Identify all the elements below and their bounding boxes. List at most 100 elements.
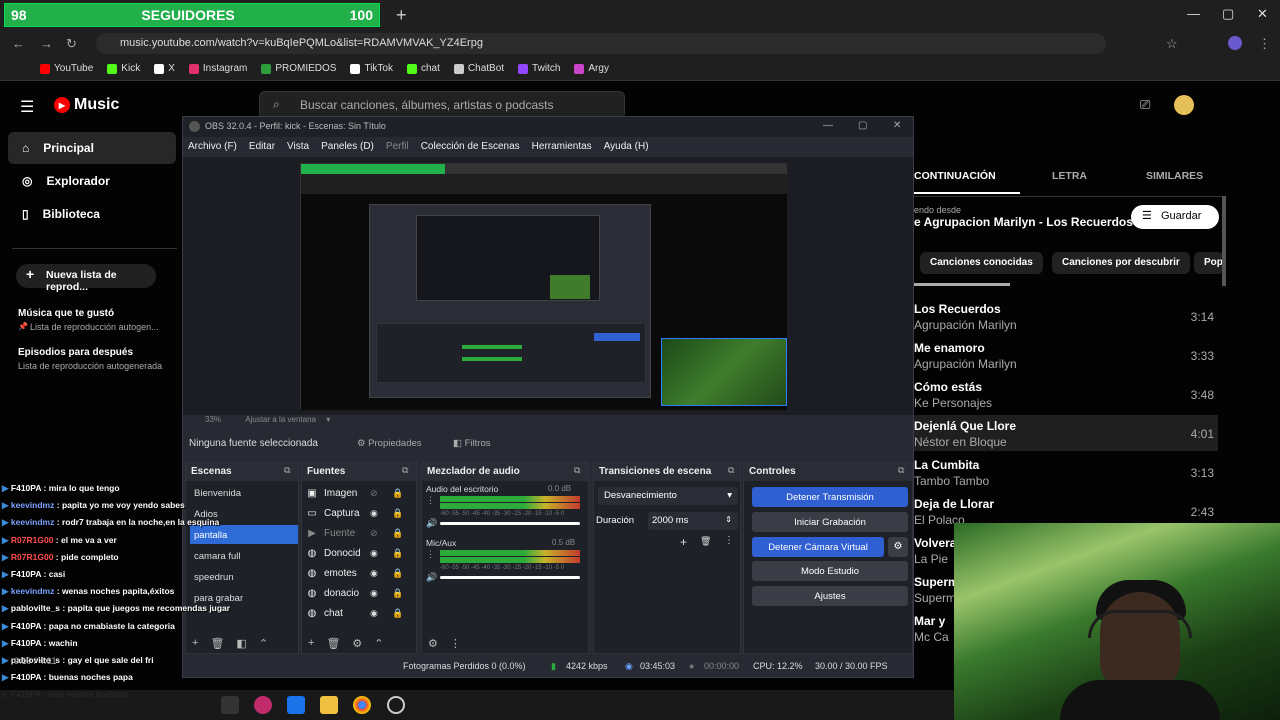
bookmark-item[interactable]: TikTok	[350, 63, 393, 74]
playlist-title[interactable]: Episodios para después	[18, 347, 133, 358]
source-item[interactable]: ▶ Fuente ⊘ 🔒	[306, 524, 414, 543]
reload-icon[interactable]: ↻	[66, 36, 77, 52]
hamburger-icon[interactable]: ☰	[20, 97, 34, 117]
bookmark-item[interactable]: PROMIEDOS	[261, 63, 336, 74]
bookmark-item[interactable]: Twitch	[518, 63, 560, 74]
queue-item[interactable]: Los Recuerdos Agrupación Marilyn 3:14	[914, 302, 1214, 341]
eye-icon[interactable]: ◉	[370, 608, 378, 619]
add-icon[interactable]: +	[192, 637, 198, 649]
speaker-icon[interactable]: 🔊	[426, 572, 437, 583]
settings-button[interactable]: Ajustes	[752, 586, 908, 606]
undock-icon[interactable]: ⧉	[574, 465, 580, 476]
edge-icon[interactable]	[287, 696, 305, 714]
lock-icon[interactable]: 🔒	[392, 488, 403, 499]
forward-icon[interactable]: →	[40, 36, 53, 51]
scene-item[interactable]: Bienvenida	[190, 483, 298, 502]
studio-mode-button[interactable]: Modo Estudio	[752, 561, 908, 581]
lock-icon[interactable]: 🔒	[392, 588, 403, 599]
trash-icon[interactable]: 🗑	[700, 536, 711, 547]
filter-icon[interactable]: ◧	[236, 637, 246, 650]
playlist-title[interactable]: Música que te gustó	[18, 308, 114, 319]
new-playlist-button[interactable]: Nueva lista de reprod...	[16, 264, 156, 293]
eye-icon[interactable]: ◉	[370, 508, 378, 519]
sidebar-item-explorador[interactable]: ◎ Explorador	[18, 167, 178, 195]
cast-icon[interactable]: ⎚	[1140, 97, 1150, 113]
eye-icon[interactable]: ◉	[370, 588, 378, 599]
close-icon[interactable]: ✕	[1257, 6, 1268, 22]
filters-button[interactable]: ◧ Filtros	[447, 436, 497, 452]
bookmark-item[interactable]: ChatBot	[453, 63, 504, 74]
start-recording-button[interactable]: Iniciar Grabación	[752, 512, 908, 532]
source-item[interactable]: ◍ Donocid ◉ 🔒	[306, 544, 414, 563]
chevron-up-icon[interactable]: ⌃	[374, 637, 383, 650]
eye-icon[interactable]: ◉	[370, 548, 378, 559]
duration-input[interactable]: 2000 ms ⇕	[648, 512, 738, 530]
undock-icon[interactable]: ⧉	[728, 465, 734, 476]
url-field[interactable]: music.youtube.com/watch?v=kuBqIePQMLo&li…	[96, 33, 1106, 54]
queue-item[interactable]: Volvera La Pie	[914, 536, 954, 575]
speaker-icon[interactable]: 🔊	[426, 518, 437, 529]
menu-dots-icon[interactable]: ⋮	[450, 637, 461, 650]
source-item[interactable]: ▣ Imagen ⊘ 🔒	[306, 484, 414, 503]
obs-menu-item[interactable]: Colección de Escenas	[421, 141, 520, 152]
obs-menu-item[interactable]: Vista	[287, 141, 309, 152]
lock-icon[interactable]: 🔒	[392, 548, 403, 559]
add-icon[interactable]: +	[308, 637, 314, 649]
scene-item[interactable]: camara full	[190, 546, 298, 565]
back-icon[interactable]: ←	[12, 36, 25, 51]
chevron-down-icon[interactable]: ▾	[326, 415, 330, 424]
bookmark-item[interactable]: Kick	[107, 63, 140, 74]
taskview-icon[interactable]	[221, 696, 239, 714]
minimize-icon[interactable]: —	[1187, 6, 1200, 21]
queue-item[interactable]: Me enamoro Agrupación Marilyn 3:33	[914, 341, 1214, 380]
queue-item[interactable]: Cómo estás Ke Personajes 3:48	[914, 380, 1214, 419]
zoom-level[interactable]: 33%	[205, 415, 221, 424]
tab-continuacion[interactable]: CONTINUACIÓN	[914, 170, 996, 182]
sidebar-item-biblioteca[interactable]: ▯ Biblioteca	[18, 200, 178, 228]
tab-letra[interactable]: LETRA	[1052, 170, 1087, 182]
transition-select[interactable]: Desvanecimiento ▾	[598, 487, 738, 505]
lock-icon[interactable]: 🔒	[392, 568, 403, 579]
source-item[interactable]: ◍ chat ◉ 🔒	[306, 604, 414, 623]
chip-known[interactable]: Canciones conocidas	[920, 252, 1043, 274]
channel-menu-icon[interactable]: ⋮	[426, 495, 435, 506]
stepper-icon[interactable]: ⇕	[725, 515, 732, 524]
fit-to-window[interactable]: Ajustar a la ventana	[245, 415, 316, 424]
search-input[interactable]: Buscar canciones, álbumes, artistas o po…	[259, 91, 625, 119]
undock-icon[interactable]: ⧉	[898, 465, 904, 476]
queue-item[interactable]: Mar y Mc Ca	[914, 614, 954, 653]
queue-item[interactable]: Dejenlá Que Llore Néstor en Bloque 4:01	[914, 419, 1214, 458]
queue-item[interactable]: Superm Superm	[914, 575, 954, 614]
obs-preview[interactable]	[183, 157, 913, 415]
obs-close-icon[interactable]: ✕	[893, 120, 901, 131]
ytmusic-logo[interactable]: ▶ Music	[54, 96, 119, 114]
folder-icon[interactable]	[320, 696, 338, 714]
queue-item[interactable]: La Cumbita Tambo Tambo 3:13	[914, 458, 1214, 497]
app-icon[interactable]	[254, 696, 272, 714]
chevron-up-icon[interactable]: ⌃	[259, 637, 268, 650]
trash-icon[interactable]: 🗑	[326, 637, 340, 650]
bookmark-item[interactable]: chat	[407, 63, 440, 74]
virtual-camera-settings-gear-icon[interactable]: ⚙	[888, 537, 908, 557]
bookmark-item[interactable]: X	[154, 63, 175, 74]
obs-menu-item[interactable]: Editar	[249, 141, 275, 152]
properties-button[interactable]: ⚙ Propiedades	[351, 436, 428, 452]
eye-hidden-icon[interactable]: ⊘	[370, 528, 378, 539]
add-icon[interactable]: +	[680, 535, 687, 549]
obs-menu-item[interactable]: Perfil	[386, 141, 409, 152]
tab-similares[interactable]: SIMILARES	[1146, 170, 1203, 182]
stop-streaming-button[interactable]: Detener Transmisión	[752, 487, 908, 507]
trash-icon[interactable]: 🗑	[210, 637, 224, 650]
menu-dots-icon[interactable]: ⋮	[1258, 36, 1271, 52]
obs-menu-item[interactable]: Paneles (D)	[321, 141, 374, 152]
obs-menu-item[interactable]: Herramientas	[532, 141, 592, 152]
obs-menu-item[interactable]: Archivo (F)	[188, 141, 237, 152]
lock-icon[interactable]: 🔒	[392, 528, 403, 539]
obs-minimize-icon[interactable]: —	[823, 120, 833, 131]
source-item[interactable]: ▭ Captura ◉ 🔒	[306, 504, 414, 523]
chrome-icon[interactable]	[353, 696, 371, 714]
chip-pop[interactable]: Pop	[1194, 252, 1224, 274]
sidebar-item-principal[interactable]: ⌂ Principal	[18, 134, 178, 162]
source-item[interactable]: ◍ donacio ◉ 🔒	[306, 584, 414, 603]
eye-hidden-icon[interactable]: ⊘	[370, 488, 378, 499]
